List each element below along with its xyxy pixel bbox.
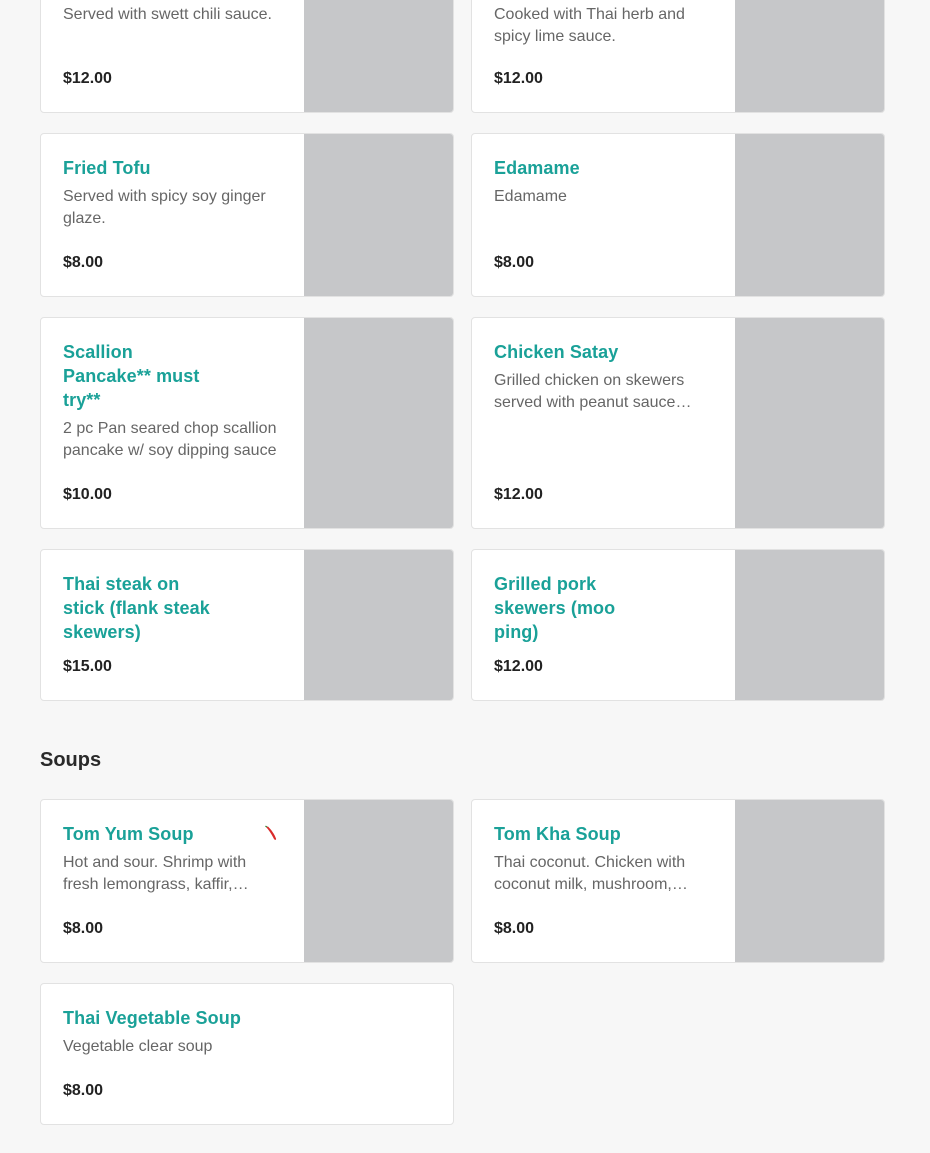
item-description: Cooked with Thai herb and spicy lime sau… bbox=[494, 6, 685, 45]
menu-item-card[interactable]: Scallion Pancake** must try** 2 pc Pan s… bbox=[40, 317, 454, 529]
item-description: Served with swett chili sauce. bbox=[63, 6, 272, 23]
menu-item-card[interactable]: Tom Yum Soup Hot and sour. Shrimp with f… bbox=[40, 799, 454, 963]
item-price: $12.00 bbox=[494, 486, 543, 503]
item-description: 2 pc Pan seared chop scallion pancake w/… bbox=[63, 420, 277, 459]
item-price: $12.00 bbox=[494, 658, 543, 675]
menu-item-body: Fried Tofu Served with spicy soy ginger … bbox=[63, 156, 281, 230]
item-name: Scallion Pancake** must try** bbox=[63, 342, 200, 410]
menu-item-body: Tom Yum Soup Hot and sour. Shrimp with f… bbox=[63, 822, 281, 896]
item-price: $8.00 bbox=[494, 254, 535, 271]
menu-item-card[interactable]: Thai steak on stick (flank steak skewers… bbox=[40, 549, 454, 701]
item-price: $12.00 bbox=[63, 70, 112, 87]
menu-item-card[interactable]: Thai Vegetable Soup Vegetable clear soup… bbox=[40, 983, 454, 1125]
item-image-placeholder bbox=[735, 134, 884, 296]
menu-item-card[interactable]: Edamame Edamame $8.00 bbox=[471, 133, 885, 297]
chili-pepper-icon bbox=[261, 824, 279, 842]
item-description: Edamame bbox=[494, 188, 567, 205]
item-image-placeholder bbox=[735, 550, 884, 700]
menu-item-body: Tom Kha Soup Thai coconut. Chicken with … bbox=[494, 822, 712, 896]
item-image-placeholder bbox=[304, 318, 453, 528]
item-price: $8.00 bbox=[63, 254, 104, 271]
menu-item-body: Grilled pork skewers (moo ping) bbox=[494, 572, 712, 644]
item-image-placeholder bbox=[735, 800, 884, 962]
item-name: Chicken Satay bbox=[494, 342, 619, 362]
item-name: Tom Yum Soup bbox=[63, 824, 194, 844]
item-name: Tom Kha Soup bbox=[494, 824, 621, 844]
item-image-placeholder bbox=[304, 800, 453, 962]
item-description: Served with spicy soy ginger glaze. bbox=[63, 188, 266, 227]
menu-item-body: Scallion Pancake** must try** 2 pc Pan s… bbox=[63, 340, 281, 462]
item-price: $12.00 bbox=[494, 70, 543, 87]
menu-item-card[interactable]: Served with swett chili sauce. $12.00 bbox=[40, 0, 454, 113]
item-description: Vegetable clear soup bbox=[63, 1038, 213, 1055]
menu-item-card[interactable]: Cooked with Thai herb and spicy lime sau… bbox=[471, 0, 885, 113]
item-price: $15.00 bbox=[63, 658, 112, 675]
item-name: Thai Vegetable Soup bbox=[63, 1008, 241, 1028]
item-image-placeholder bbox=[304, 0, 453, 112]
menu-item-card[interactable]: Fried Tofu Served with spicy soy ginger … bbox=[40, 133, 454, 297]
item-description: Grilled chicken on skewers served with p… bbox=[494, 372, 685, 411]
item-name: Grilled pork skewers (moo ping) bbox=[494, 574, 616, 642]
item-image-placeholder bbox=[735, 318, 884, 528]
item-image-placeholder bbox=[304, 134, 453, 296]
menu-item-card[interactable]: Grilled pork skewers (moo ping) $12.00 bbox=[471, 549, 885, 701]
item-name: Fried Tofu bbox=[63, 158, 151, 178]
menu-item-card[interactable]: Chicken Satay Grilled chicken on skewers… bbox=[471, 317, 885, 529]
item-image-placeholder bbox=[304, 550, 453, 700]
menu-item-card[interactable]: Tom Kha Soup Thai coconut. Chicken with … bbox=[471, 799, 885, 963]
section-title-soups: Soups bbox=[40, 749, 102, 771]
menu-page: Served with swett chili sauce. $12.00 Co… bbox=[0, 0, 930, 1153]
item-price: $8.00 bbox=[63, 1082, 104, 1099]
item-price: $10.00 bbox=[63, 486, 112, 503]
menu-item-body: Thai Vegetable Soup Vegetable clear soup bbox=[63, 1006, 453, 1058]
item-image-placeholder bbox=[735, 0, 884, 112]
menu-item-body: Thai steak on stick (flank steak skewers… bbox=[63, 572, 281, 644]
item-name: Thai steak on stick (flank steak skewers… bbox=[63, 574, 210, 642]
menu-item-body: Edamame Edamame bbox=[494, 156, 712, 208]
item-name: Edamame bbox=[494, 158, 580, 178]
item-description: Hot and sour. Shrimp with fresh lemongra… bbox=[63, 854, 247, 893]
item-price: $8.00 bbox=[63, 920, 104, 937]
item-price: $8.00 bbox=[494, 920, 535, 937]
item-description: Thai coconut. Chicken with coconut milk,… bbox=[494, 854, 688, 893]
menu-item-body: Chicken Satay Grilled chicken on skewers… bbox=[494, 340, 712, 414]
